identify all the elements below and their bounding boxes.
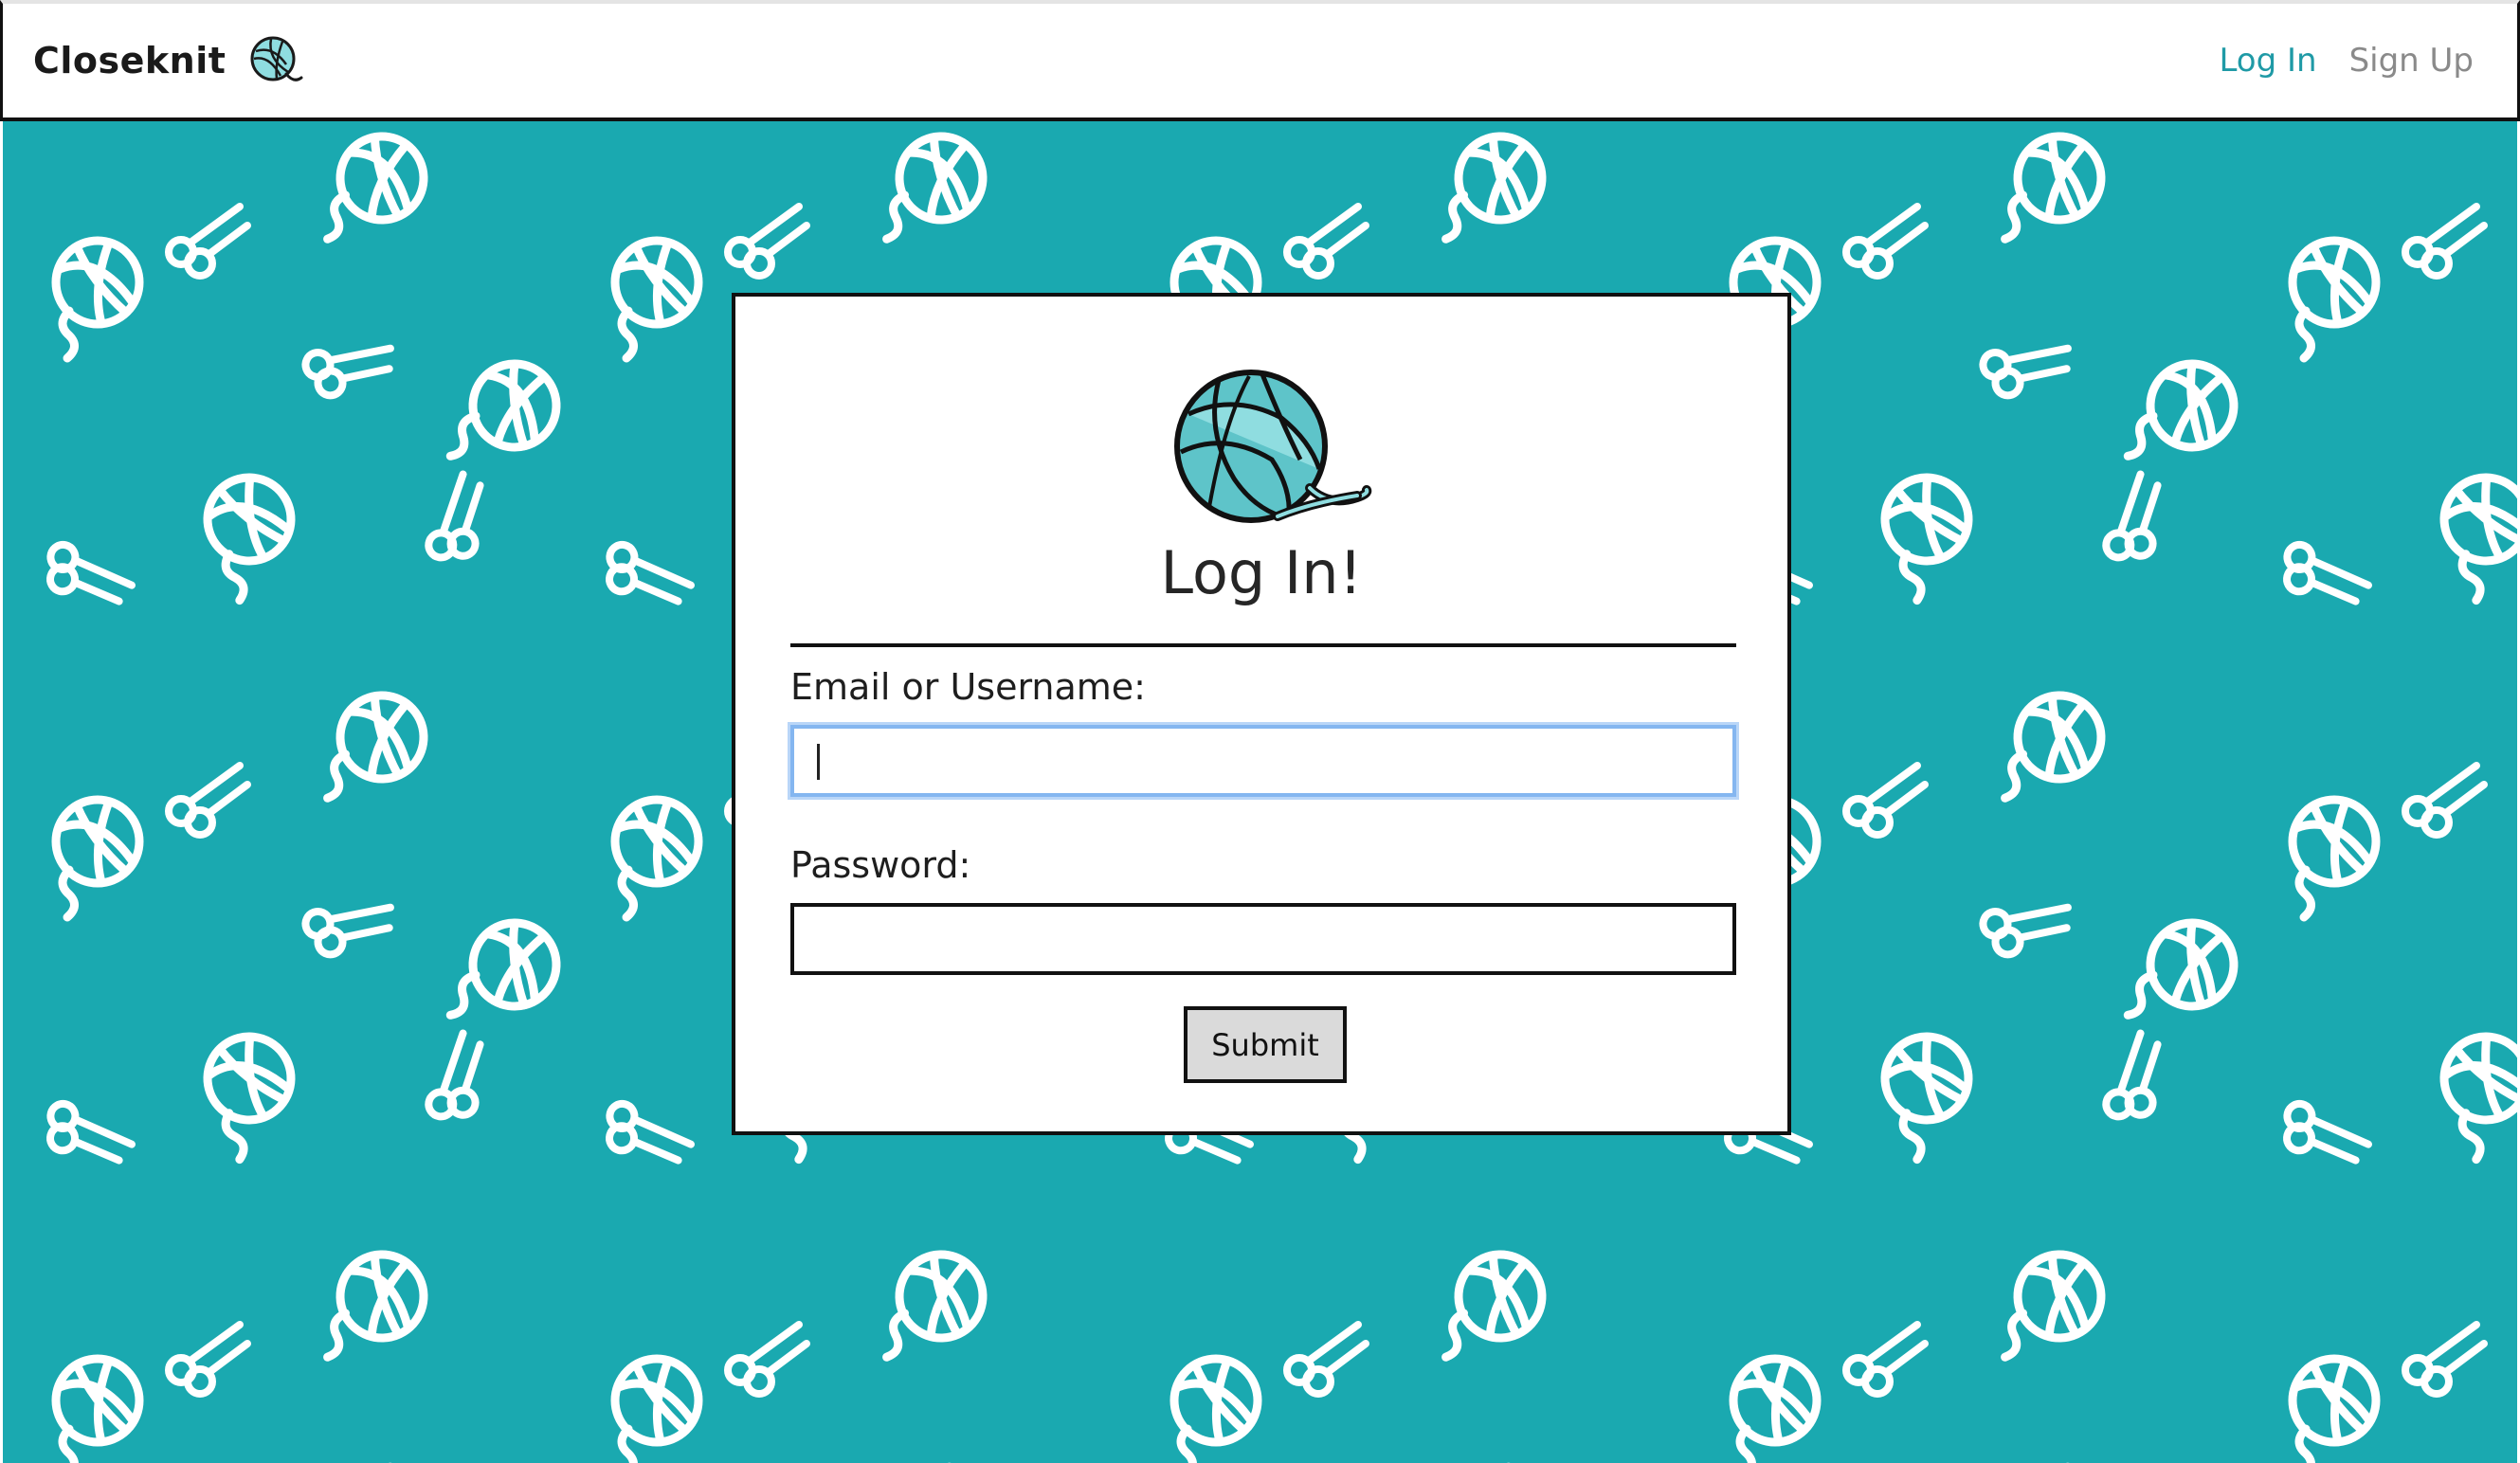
login-card: Log In! Email or Username: Password: Sub…: [732, 293, 1791, 1135]
page-title: Log In!: [1160, 538, 1363, 607]
title-divider: [790, 643, 1736, 647]
password-input[interactable]: [790, 903, 1736, 975]
yarn-ball-icon: [1174, 370, 1372, 523]
email-label: Email or Username:: [790, 666, 1146, 708]
yarn-ball-icon: [250, 36, 303, 81]
nav-signup-link[interactable]: Sign Up: [2349, 42, 2474, 80]
email-username-input[interactable]: [790, 725, 1736, 797]
brand-name: Closeknit: [33, 40, 227, 81]
text-caret: [817, 744, 820, 780]
nav-login-link[interactable]: Log In: [2219, 42, 2316, 80]
nav-links: Log In Sign Up: [2219, 4, 2474, 117]
submit-button[interactable]: Submit: [1184, 1006, 1347, 1083]
top-navbar: Closeknit Log In Sign Up: [0, 0, 2520, 121]
password-label: Password:: [790, 844, 971, 886]
brand[interactable]: Closeknit: [33, 30, 305, 91]
